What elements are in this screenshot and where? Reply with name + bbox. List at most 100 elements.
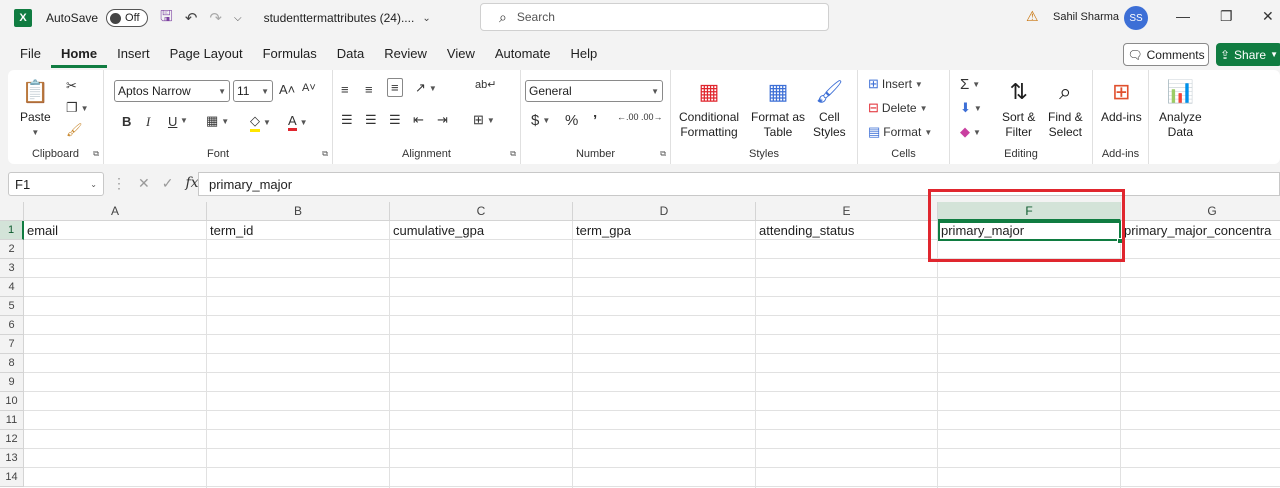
cell-e1[interactable]: attending_status xyxy=(756,221,854,240)
row-header[interactable]: 12 xyxy=(0,430,24,449)
row-header[interactable]: 4 xyxy=(0,278,24,297)
decrease-font-icon[interactable]: A˅ xyxy=(302,82,316,94)
chevron-down-icon[interactable]: ▼ xyxy=(180,116,188,125)
save-icon[interactable]: 🖫 xyxy=(160,6,173,31)
number-format-select[interactable]: General ▼ xyxy=(525,80,663,102)
increase-font-icon[interactable]: A˄ xyxy=(279,82,295,97)
select-all-corner[interactable] xyxy=(0,202,24,221)
tab-formulas[interactable]: Formulas xyxy=(253,42,327,68)
clear-icon[interactable]: ◆ ▼ xyxy=(960,124,981,140)
row-header[interactable]: 11 xyxy=(0,411,24,430)
warning-icon[interactable]: ⚠ xyxy=(1026,8,1039,25)
column-header-g[interactable]: G xyxy=(1121,202,1280,221)
row-header[interactable]: 1 xyxy=(0,221,24,240)
middle-align-icon[interactable]: ≡ xyxy=(365,82,373,97)
file-name[interactable]: studenttermattributes (24).... xyxy=(264,11,415,25)
search-box[interactable]: ⌕ Search xyxy=(480,3,829,31)
column-header-d[interactable]: D xyxy=(573,202,756,221)
align-center-icon[interactable]: ☰ xyxy=(365,112,377,128)
align-left-icon[interactable]: ☰ xyxy=(341,112,353,128)
percent-icon[interactable]: % xyxy=(565,112,578,129)
insert-cells-button[interactable]: ⊞ Insert ▼ xyxy=(868,76,923,92)
undo-icon[interactable]: ↶ xyxy=(185,9,198,27)
font-color-icon[interactable]: A ▼ xyxy=(288,113,308,131)
more-icon[interactable]: ⋮ xyxy=(112,175,126,192)
row-header[interactable]: 9 xyxy=(0,373,24,392)
font-size-select[interactable]: 11 ▼ xyxy=(233,80,273,102)
fill-icon[interactable]: ⬇ ▼ xyxy=(960,100,982,116)
cut-icon[interactable]: ✂ xyxy=(66,78,77,94)
comma-style-icon[interactable]: ’ xyxy=(593,112,597,129)
paste-button[interactable]: 📋 Paste ▼ xyxy=(20,76,51,140)
user-name[interactable]: Sahil Sharma xyxy=(1053,11,1119,23)
name-box[interactable]: F1 ⌄ xyxy=(8,172,104,196)
tab-home[interactable]: Home xyxy=(50,42,108,68)
tab-data[interactable]: Data xyxy=(327,42,374,68)
insert-function-icon[interactable]: fx xyxy=(185,175,198,192)
enter-icon[interactable]: ✓ xyxy=(162,175,174,192)
redo-icon[interactable]: ↷ xyxy=(209,9,222,27)
cell-b1[interactable]: term_id xyxy=(207,221,253,240)
row-header[interactable]: 2 xyxy=(0,240,24,259)
underline-button[interactable]: U xyxy=(168,114,177,129)
tab-page-layout[interactable]: Page Layout xyxy=(160,42,253,68)
sort-filter-button[interactable]: ⇅ Sort & Filter xyxy=(1002,76,1035,140)
tab-view[interactable]: View xyxy=(437,42,485,68)
cell-d1[interactable]: term_gpa xyxy=(573,221,631,240)
row-header[interactable]: 5 xyxy=(0,297,24,316)
align-right-icon[interactable]: ☰ xyxy=(389,112,401,128)
dialog-launcher-icon[interactable]: ⧉ xyxy=(93,149,99,159)
bottom-align-icon[interactable]: ≡ xyxy=(387,78,403,97)
column-header-c[interactable]: C xyxy=(390,202,573,221)
row-header[interactable]: 6 xyxy=(0,316,24,335)
column-header-e[interactable]: E xyxy=(756,202,938,221)
tab-review[interactable]: Review xyxy=(374,42,437,68)
autosave-toggle[interactable]: Off xyxy=(106,9,149,27)
dialog-launcher-icon[interactable]: ⧉ xyxy=(510,149,516,159)
dialog-launcher-icon[interactable]: ⧉ xyxy=(660,149,666,159)
conditional-formatting-button[interactable]: ▦ Conditional Formatting xyxy=(679,76,739,140)
decrease-indent-icon[interactable]: ⇤ xyxy=(413,112,424,128)
cell-g1[interactable]: primary_major_concentra xyxy=(1121,221,1271,240)
decrease-decimal-icon[interactable]: .00→ xyxy=(641,112,663,122)
autosum-icon[interactable]: Σ ▼ xyxy=(960,76,980,93)
italic-button[interactable]: I xyxy=(146,114,150,130)
format-as-table-button[interactable]: ▦ Format as Table xyxy=(751,76,805,140)
increase-indent-icon[interactable]: ⇥ xyxy=(437,112,448,128)
row-header[interactable]: 13 xyxy=(0,449,24,468)
cell-styles-button[interactable]: 🖌 Cell Styles xyxy=(813,76,846,140)
bold-button[interactable]: B xyxy=(122,114,131,129)
top-align-icon[interactable]: ≡ xyxy=(341,82,349,97)
orientation-icon[interactable]: ↗ ▼ xyxy=(415,80,437,96)
analyze-data-button[interactable]: 📊 Analyze Data xyxy=(1159,76,1202,140)
minimize-icon[interactable]: — xyxy=(1176,8,1190,24)
font-family-select[interactable]: Aptos Narrow ▼ xyxy=(114,80,230,102)
cell-c1[interactable]: cumulative_gpa xyxy=(390,221,484,240)
row-header[interactable]: 7 xyxy=(0,335,24,354)
close-icon[interactable]: ✕ xyxy=(1262,8,1274,25)
delete-cells-button[interactable]: ⊟ Delete ▼ xyxy=(868,100,928,116)
copy-icon[interactable]: ❐ ▼ xyxy=(66,100,89,116)
comments-button[interactable]: 🗨 Comments xyxy=(1123,43,1209,66)
column-header-b[interactable]: B xyxy=(207,202,390,221)
dialog-launcher-icon[interactable]: ⧉ xyxy=(322,149,328,159)
chevron-down-icon[interactable]: ⌄ xyxy=(422,13,430,24)
cell-a1[interactable]: email xyxy=(24,221,58,240)
customize-toolbar-icon[interactable]: ⌵ xyxy=(234,13,242,24)
merge-center-icon[interactable]: ⊞ ▼ xyxy=(473,112,495,128)
fill-color-icon[interactable]: ◇ ▼ xyxy=(250,113,271,132)
find-select-button[interactable]: ⌕ Find & Select xyxy=(1048,76,1083,140)
restore-icon[interactable]: ❐ xyxy=(1220,8,1233,25)
share-button[interactable]: ⇪ Share ▼ xyxy=(1216,43,1280,66)
row-header[interactable]: 10 xyxy=(0,392,24,411)
addins-button[interactable]: ⊞ Add-ins xyxy=(1101,76,1142,125)
increase-decimal-icon[interactable]: ←.00 xyxy=(617,112,639,122)
tab-automate[interactable]: Automate xyxy=(485,42,561,68)
format-cells-button[interactable]: ▤ Format ▼ xyxy=(868,124,932,140)
row-header[interactable]: 8 xyxy=(0,354,24,373)
column-header-a[interactable]: A xyxy=(24,202,207,221)
tab-file[interactable]: File xyxy=(0,42,51,68)
format-painter-icon[interactable]: 🖌 xyxy=(66,122,83,138)
avatar[interactable]: SS xyxy=(1124,6,1148,30)
cancel-icon[interactable]: ✕ xyxy=(138,175,150,192)
